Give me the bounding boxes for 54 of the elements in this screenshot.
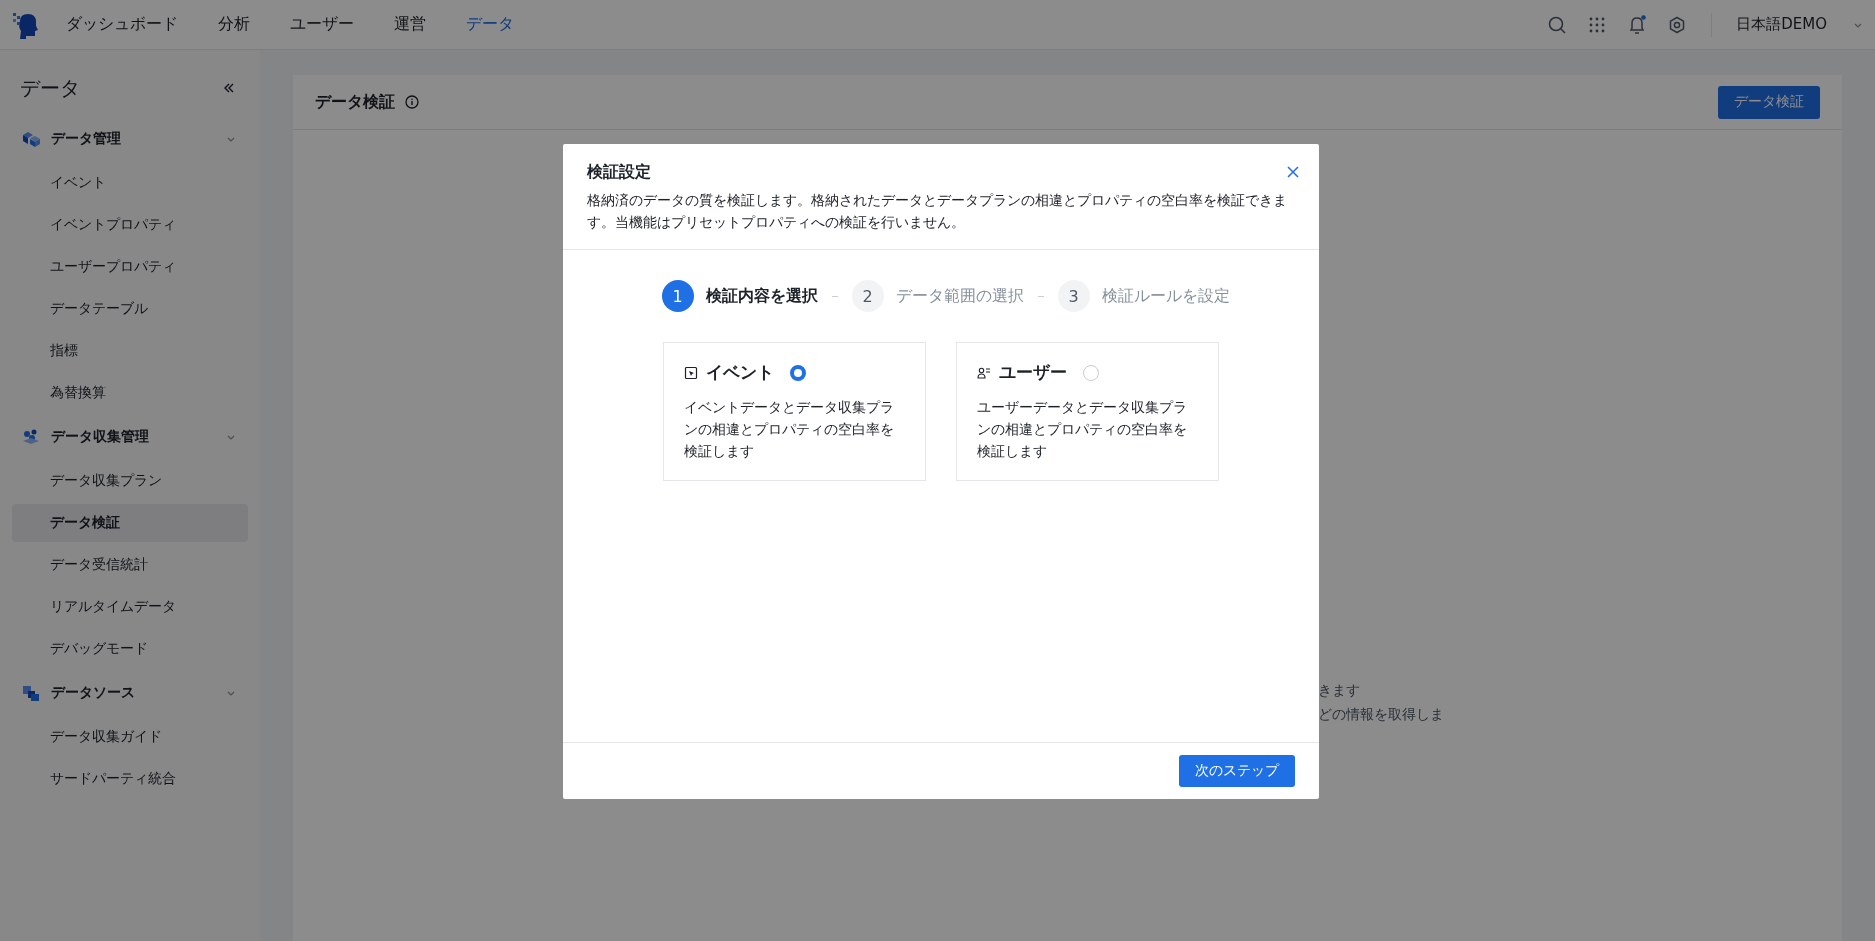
group-icon bbox=[22, 685, 40, 701]
sidebar-item[interactable]: データ受信統計 bbox=[12, 546, 248, 584]
sidebar-group-header[interactable]: データ管理 bbox=[12, 118, 248, 160]
sidebar-item[interactable]: ユーザープロパティ bbox=[12, 248, 248, 286]
page-title: データ検証 bbox=[315, 91, 395, 113]
collapse-icon bbox=[222, 81, 236, 95]
step-label: 検証内容を選択 bbox=[705, 285, 818, 307]
sidebar-group-header[interactable]: データ収集管理 bbox=[12, 416, 248, 458]
next-step-button[interactable]: 次のステップ bbox=[1178, 755, 1295, 787]
data-verify-button[interactable]: データ検証 bbox=[1718, 85, 1820, 119]
sidebar-item[interactable]: データテーブル bbox=[12, 290, 248, 328]
sidebar-item[interactable]: イベント bbox=[12, 164, 248, 202]
sidebar-item[interactable]: データ収集プラン bbox=[12, 462, 248, 500]
group-icon bbox=[22, 131, 40, 147]
sidebar-item[interactable]: イベントプロパティ bbox=[12, 206, 248, 244]
option-title: ユーザー bbox=[998, 361, 1067, 384]
sidebar-item[interactable]: リアルタイムデータ bbox=[12, 588, 248, 626]
account-menu[interactable]: 日本語DEMO bbox=[1736, 15, 1827, 34]
nav-tab[interactable]: 運営 bbox=[394, 14, 426, 35]
sidebar-item[interactable]: 指標 bbox=[12, 332, 248, 370]
sidebar-title: データ bbox=[20, 74, 80, 102]
group-icon bbox=[22, 429, 40, 445]
nav-tab[interactable]: 分析 bbox=[218, 14, 250, 35]
modal-description: 格納済のデータの質を検証します。格納されたデータとデータプランの相違とプロパティの空白率を検証できます。当機能はプリセットプロパティへの検証を行いません。 bbox=[586, 191, 1288, 232]
option-title: イベント bbox=[705, 361, 774, 384]
nav-tab[interactable]: ユーザー bbox=[290, 14, 354, 35]
sidebar-item[interactable]: 為替換算 bbox=[12, 374, 248, 412]
step-label: データ範囲の選択 bbox=[895, 285, 1024, 307]
sidebar-item[interactable]: データ収集ガイド bbox=[12, 718, 248, 756]
sidebar-item[interactable]: データ検証 bbox=[12, 504, 248, 542]
sidebar-group-header[interactable]: データソース bbox=[12, 672, 248, 714]
nav-tab[interactable]: データ bbox=[466, 14, 514, 35]
close-icon[interactable] bbox=[1284, 164, 1301, 180]
option-description: ユーザーデータとデータ収集プランの相違とプロパティの空白率を検証します bbox=[976, 398, 1188, 461]
search-icon bbox=[1547, 14, 1568, 35]
step-label: 検証ルールを設定 bbox=[1101, 285, 1230, 307]
modal-title: 検証設定 bbox=[586, 162, 651, 183]
option-card[interactable]: ユーザー ユーザーデータとデータ収集プランの相違とプロパティの空白率を検証します bbox=[955, 342, 1219, 481]
step-number: 1 bbox=[661, 280, 694, 312]
notice-text: どの情報を取得しま bbox=[1318, 705, 1444, 724]
logo-icon bbox=[12, 10, 38, 39]
option-description: イベントデータとデータ収集プランの相違とプロパティの空白率を検証します bbox=[683, 398, 895, 461]
cursor-box-icon bbox=[683, 365, 698, 380]
sidebar-item[interactable]: サードパーティ統合 bbox=[12, 760, 248, 798]
step-number: 3 bbox=[1057, 280, 1090, 312]
step-number: 2 bbox=[851, 280, 884, 312]
option-card[interactable]: イベント イベントデータとデータ収集プランの相違とプロパティの空白率を検証します bbox=[662, 342, 926, 481]
radio-button[interactable] bbox=[789, 364, 806, 381]
nav-tab[interactable]: ダッシュボード bbox=[66, 14, 178, 35]
notification-bell-icon bbox=[1627, 14, 1648, 35]
sidebar-item[interactable]: デバッグモード bbox=[12, 630, 248, 668]
notice-text: きます bbox=[1318, 681, 1360, 700]
user-list-icon bbox=[976, 365, 991, 380]
info-icon bbox=[405, 95, 419, 109]
